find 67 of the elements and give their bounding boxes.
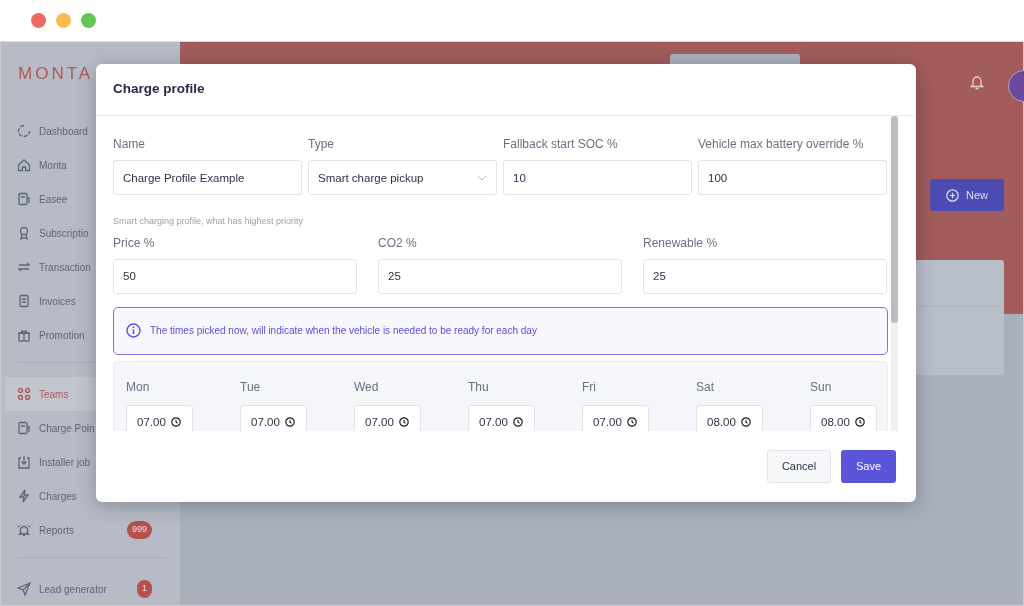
clock-icon (627, 417, 637, 427)
day-label: Sun (810, 378, 833, 396)
clock-icon (513, 417, 523, 427)
day-label: Fri (582, 378, 597, 396)
gift-icon (17, 328, 31, 342)
close-window-icon[interactable] (31, 13, 46, 28)
field-label: Name (113, 136, 146, 153)
charger-icon (17, 421, 31, 435)
field-label: Type (308, 136, 335, 153)
home-icon (17, 158, 31, 172)
lightning-icon (17, 489, 31, 503)
input-field[interactable]: 25 (378, 258, 622, 294)
input-field[interactable]: 25 (643, 258, 887, 294)
field-label: Price % (113, 234, 156, 252)
clock-icon (399, 417, 409, 427)
alert-text: The times picked now, will indicate when the vehicle is needed to be ready for each day (150, 324, 537, 338)
scrollbar-thumb[interactable] (891, 116, 898, 323)
day-label: Sat (696, 378, 715, 396)
input-field[interactable]: 50 (113, 258, 357, 294)
time-field[interactable]: 08.00 (696, 404, 763, 431)
sidebar-item[interactable]: Lead generator 1 (1, 572, 180, 606)
bell-icon[interactable] (970, 74, 984, 90)
select-field[interactable]: Smart charge pickup (308, 160, 497, 195)
modal-title: Charge profile (113, 80, 205, 99)
document-icon (17, 294, 31, 308)
hint-text: Smart charging profile, what has highest priority (113, 215, 305, 228)
chevron-down-icon (477, 174, 487, 181)
sidebar-item[interactable]: Reports 999 (1, 513, 180, 547)
time-field[interactable]: 08.00 (810, 404, 877, 431)
input-field[interactable]: Charge Profile Example (113, 160, 302, 195)
send-icon (17, 582, 31, 596)
field-label: Renewable % (643, 234, 719, 252)
new-button[interactable]: New (930, 179, 1004, 211)
clock-icon (855, 417, 865, 427)
field-label: CO2 % (378, 234, 418, 252)
day-label: Thu (468, 378, 490, 396)
time-field[interactable]: 07.00 (582, 404, 649, 431)
clock-icon (171, 417, 181, 427)
day-label: Tue (240, 378, 262, 396)
day-label: Wed (354, 378, 380, 396)
minimize-window-icon[interactable] (56, 13, 71, 28)
save-button[interactable]: Save (841, 450, 896, 483)
grid-icon (17, 387, 31, 401)
award-icon (17, 226, 31, 240)
field-label: Fallback start SOC % (503, 136, 619, 153)
charger-icon (17, 192, 31, 206)
day-label: Mon (126, 378, 151, 396)
arrows-icon (17, 260, 31, 274)
logo-text: MONTA (18, 63, 94, 85)
plus-icon (946, 188, 959, 202)
cancel-button[interactable]: Cancel (767, 450, 831, 483)
alarm-icon (17, 523, 31, 537)
count-badge: 1 (137, 580, 152, 598)
time-field[interactable]: 07.00 (354, 404, 421, 431)
dashboard-icon (17, 124, 31, 138)
clock-icon (741, 417, 751, 427)
info-icon (126, 323, 141, 338)
clock-icon (285, 417, 295, 427)
time-field[interactable]: 07.00 (126, 404, 193, 431)
field-label: Vehicle max battery override % (698, 136, 865, 153)
input-field[interactable]: 10 (503, 160, 692, 195)
maximize-window-icon[interactable] (81, 13, 96, 28)
input-field[interactable]: 100 (698, 160, 887, 195)
download-icon (17, 455, 31, 469)
time-field[interactable]: 07.00 (240, 404, 307, 431)
time-field[interactable]: 07.00 (468, 404, 535, 431)
count-badge: 999 (126, 521, 152, 539)
